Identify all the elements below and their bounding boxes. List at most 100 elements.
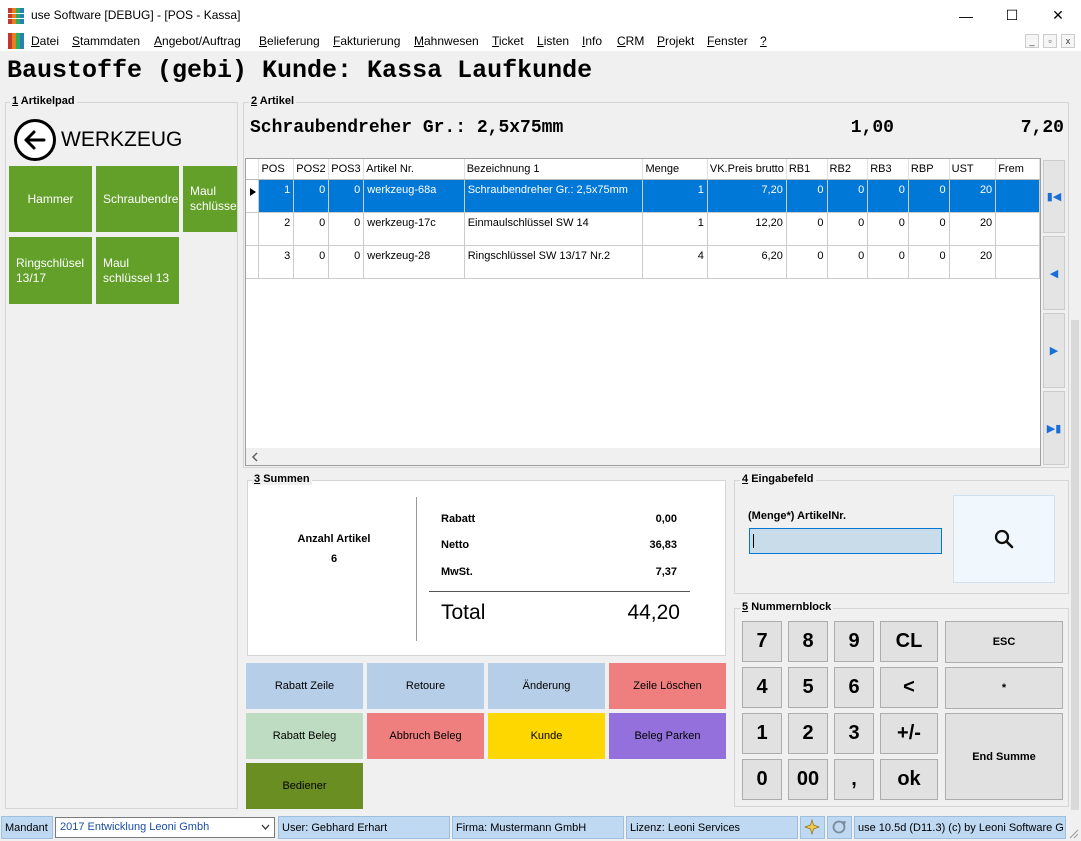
- col-header-menge[interactable]: Menge: [642, 159, 708, 180]
- table-row[interactable]: 2 0 0 werkzeug-17c Einmaulschlüssel SW 14 1 12…: [246, 212, 1040, 246]
- status-notification[interactable]: [800, 816, 825, 839]
- abbruch-beleg-button[interactable]: Abbruch Beleg: [367, 713, 484, 759]
- key-comma[interactable]: ,: [834, 759, 874, 800]
- resize-grip-icon[interactable]: [1068, 828, 1079, 839]
- kunde-button[interactable]: Kunde: [488, 713, 605, 759]
- cell-frem: [995, 245, 1040, 279]
- row-indicator[interactable]: [246, 212, 260, 246]
- col-header-rb2[interactable]: RB2: [827, 159, 869, 180]
- key-1[interactable]: 1: [742, 713, 782, 754]
- col-header-pos2[interactable]: POS2: [293, 159, 330, 180]
- menu-belieferung[interactable]: Belieferung: [259, 34, 320, 48]
- row-indicator[interactable]: [246, 179, 260, 213]
- menu-ticket[interactable]: Ticket: [492, 34, 524, 48]
- beleg-parken-button[interactable]: Beleg Parken: [609, 713, 726, 759]
- minimize-button[interactable]: —: [943, 0, 989, 31]
- key-00[interactable]: 00: [788, 759, 828, 800]
- app-menu-icon[interactable]: [8, 33, 24, 49]
- col-header-rb3[interactable]: RB3: [867, 159, 909, 180]
- menu-mahnwesen[interactable]: Mahnwesen: [414, 34, 479, 48]
- table-header: POS POS2 POS3 Artikel Nr. Bezeichnung 1 Menge…: [246, 159, 1040, 180]
- table-row[interactable]: 3 0 0 werkzeug-28 Ringschlüssel SW 13/17 Nr.…: [246, 245, 1040, 279]
- netto-value: 36,83: [649, 539, 677, 551]
- row-indicator[interactable]: [246, 245, 260, 279]
- col-header-rb1[interactable]: RB1: [786, 159, 828, 180]
- mdi-restore-button[interactable]: ▫: [1043, 34, 1057, 48]
- tile-schraubendreher[interactable]: Schraubendreher: [96, 166, 179, 232]
- key-9[interactable]: 9: [834, 621, 874, 662]
- cell-bezeichnung: Einmaulschlüssel SW 14: [464, 212, 644, 246]
- nav-next-button[interactable]: ▶: [1043, 313, 1065, 388]
- scroll-left-icon[interactable]: [251, 452, 259, 462]
- cell-artikel-nr: werkzeug-28: [363, 245, 465, 279]
- key-plus-minus[interactable]: +/-: [880, 713, 938, 754]
- col-header-pos[interactable]: POS: [258, 159, 295, 180]
- tile-maulschluessel-13[interactable]: Maul schlüssel 13: [96, 237, 179, 304]
- menu-info[interactable]: Info: [582, 34, 602, 48]
- window-scrollbar[interactable]: [1071, 320, 1079, 810]
- back-button[interactable]: [14, 119, 56, 161]
- mdi-minimize-button[interactable]: _: [1025, 34, 1039, 48]
- menu-datei[interactable]: Datei: [31, 34, 59, 48]
- key-0[interactable]: 0: [742, 759, 782, 800]
- key-7[interactable]: 7: [742, 621, 782, 662]
- tile-ringschluessel[interactable]: Ringschlüsel 13/17: [9, 237, 92, 304]
- menu-fakturierung[interactable]: Fakturierung: [333, 34, 400, 48]
- key-5[interactable]: 5: [788, 667, 828, 708]
- zeile-loeschen-button[interactable]: Zeile Löschen: [609, 663, 726, 709]
- grid-horizontal-scrollbar[interactable]: [246, 448, 1040, 465]
- col-header-bezeichnung[interactable]: Bezeichnung 1: [464, 159, 644, 180]
- nav-first-button[interactable]: ▮◀: [1043, 160, 1065, 233]
- search-button[interactable]: [953, 495, 1055, 583]
- nav-last-button[interactable]: ▶▮: [1043, 391, 1065, 465]
- nav-prev-button[interactable]: ◀: [1043, 236, 1065, 310]
- col-header-frem[interactable]: Frem: [995, 159, 1040, 180]
- menu-stammdaten[interactable]: Stammdaten: [72, 34, 140, 48]
- key-2[interactable]: 2: [788, 713, 828, 754]
- col-header-rbp[interactable]: RBP: [908, 159, 950, 180]
- menu-angebot-auftrag[interactable]: Angebot/Auftrag: [154, 34, 241, 48]
- close-button[interactable]: ✕: [1035, 0, 1081, 31]
- col-header-pos3[interactable]: POS3: [328, 159, 365, 180]
- menu-crm[interactable]: CRM: [617, 34, 644, 48]
- rabatt-beleg-button[interactable]: Rabatt Beleg: [246, 713, 363, 759]
- cell-artikel-nr: werkzeug-17c: [363, 212, 465, 246]
- star-key[interactable]: *: [945, 667, 1063, 709]
- cell-pos: 1: [258, 179, 295, 213]
- maximize-button[interactable]: ☐: [989, 0, 1035, 31]
- menu-projekt[interactable]: Projekt: [657, 34, 694, 48]
- rabatt-zeile-button[interactable]: Rabatt Zeile: [246, 663, 363, 709]
- end-summe-key[interactable]: End Summe: [945, 713, 1063, 800]
- menu-listen[interactable]: Listen: [537, 34, 569, 48]
- key-3[interactable]: 3: [834, 713, 874, 754]
- table-row[interactable]: 1 0 0 werkzeug-68a Schraubendreher Gr.: 2,5x…: [246, 179, 1040, 213]
- artikelnr-input[interactable]: [749, 528, 942, 554]
- key-ok[interactable]: ok: [880, 759, 938, 800]
- tile-hammer[interactable]: Hammer: [9, 166, 92, 232]
- summen-label: 3 Summen: [252, 473, 312, 485]
- close-icon: ✕: [1052, 7, 1064, 23]
- key-8[interactable]: 8: [788, 621, 828, 662]
- col-header-artikel-nr[interactable]: Artikel Nr.: [363, 159, 465, 180]
- key-6[interactable]: 6: [834, 667, 874, 708]
- cell-menge: 4: [642, 245, 708, 279]
- aenderung-button[interactable]: Änderung: [488, 663, 605, 709]
- key-cl[interactable]: CL: [880, 621, 938, 662]
- bediener-button[interactable]: Bediener: [246, 763, 363, 809]
- tile-maulschluessel[interactable]: Maul schlüssel: [183, 166, 237, 232]
- status-sync[interactable]: [827, 816, 852, 839]
- retoure-button[interactable]: Retoure: [367, 663, 484, 709]
- menu-fenster[interactable]: Fenster: [707, 34, 748, 48]
- key-backspace[interactable]: <: [880, 667, 938, 708]
- key-4[interactable]: 4: [742, 667, 782, 708]
- col-header-ust[interactable]: UST: [949, 159, 997, 180]
- cell-vk-preis: 7,20: [707, 179, 787, 213]
- arrow-left-icon: [24, 130, 46, 150]
- current-article-price: 7,20: [1020, 118, 1064, 138]
- title-bar: use Software [DEBUG] - [POS - Kassa] — ☐…: [0, 0, 1081, 31]
- esc-key[interactable]: ESC: [945, 621, 1063, 663]
- menu-help[interactable]: ?: [760, 34, 767, 48]
- mandant-select[interactable]: 2017 Entwicklung Leoni Gmbh: [55, 817, 275, 838]
- col-header-vk-preis[interactable]: VK.Preis brutto: [707, 159, 787, 180]
- mdi-close-button[interactable]: x: [1061, 34, 1075, 48]
